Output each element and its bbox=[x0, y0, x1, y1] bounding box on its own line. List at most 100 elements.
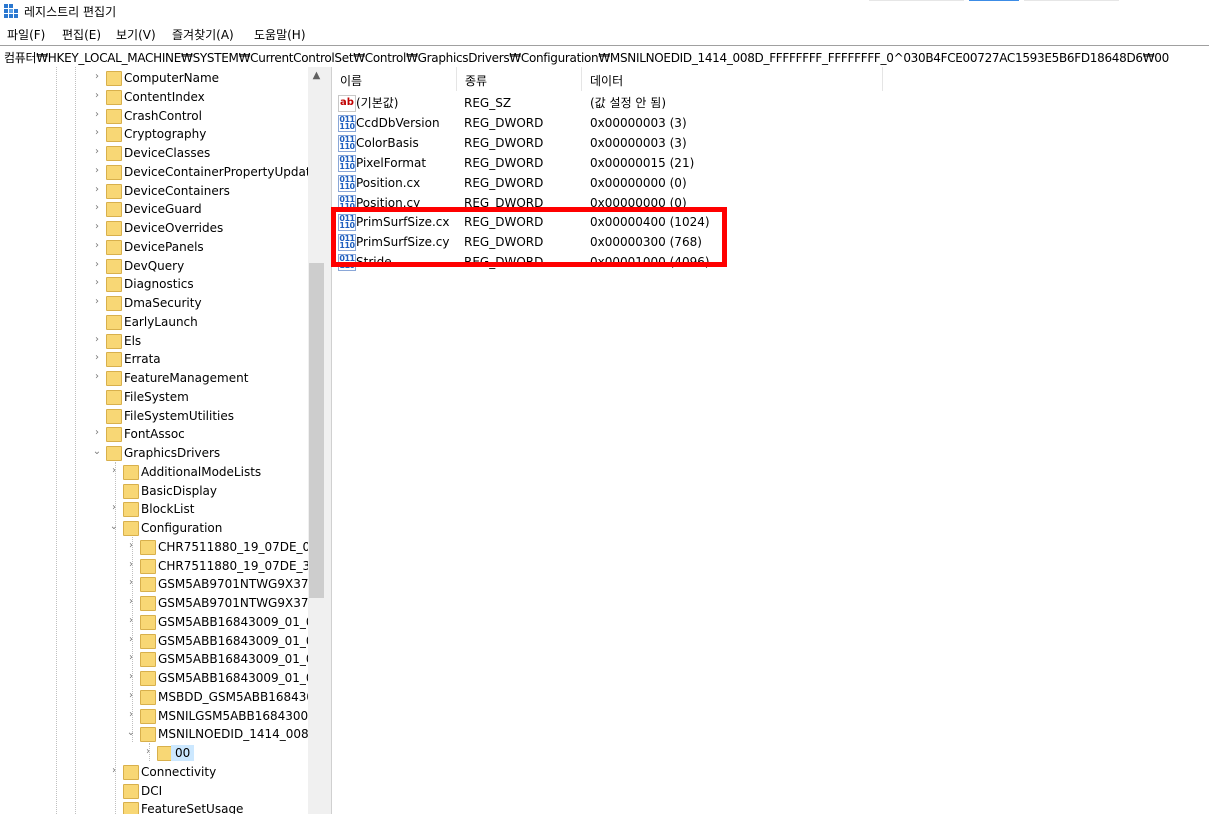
value-row[interactable]: 011 110 Position.cx REG_DWORD 0x00000000 (0… bbox=[332, 173, 1209, 193]
tree-node-label: BasicDisplay bbox=[141, 483, 218, 498]
chevron-right-icon[interactable]: › bbox=[126, 670, 136, 684]
menu-favorites[interactable]: 즐겨찾기(A) bbox=[172, 26, 234, 43]
chevron-right-icon[interactable]: › bbox=[92, 220, 102, 234]
window-controls[interactable] bbox=[869, 0, 1209, 2]
address-bar[interactable]: 컴퓨터₩HKEY_LOCAL_MACHINE₩SYSTEM₩CurrentCon… bbox=[0, 45, 1209, 68]
chevron-down-icon[interactable]: ⌄ bbox=[92, 445, 102, 459]
column-type[interactable]: 종류 bbox=[457, 67, 582, 91]
chevron-right-icon[interactable]: › bbox=[92, 89, 102, 103]
registry-key-tree[interactable]: › ComputerName › ContentIndex › CrashControl ›… bbox=[0, 67, 308, 814]
chevron-right-icon[interactable]: › bbox=[126, 633, 136, 647]
tree-node-label: DeviceClasses bbox=[124, 146, 211, 160]
value-name: (기본값) bbox=[356, 96, 399, 110]
chevron-right-icon[interactable]: › bbox=[92, 201, 102, 215]
value-row[interactable]: 011 110 PixelFormat REG_DWORD 0x00000015 (2… bbox=[332, 153, 1209, 173]
folder-icon bbox=[106, 164, 122, 180]
chevron-right-icon[interactable] bbox=[109, 483, 119, 497]
value-row[interactable]: 011 110 Position.cy REG_DWORD 0x00000000 (0… bbox=[332, 193, 1209, 213]
folder-icon bbox=[123, 502, 139, 518]
chevron-right-icon[interactable] bbox=[92, 389, 102, 403]
chevron-right-icon[interactable]: › bbox=[92, 70, 102, 84]
tree-node-label: FeatureSetUsage bbox=[141, 802, 244, 814]
chevron-right-icon[interactable]: › bbox=[92, 126, 102, 140]
folder-icon bbox=[140, 577, 156, 593]
tree-node-label: ComputerName bbox=[124, 71, 220, 85]
folder-icon bbox=[140, 614, 156, 630]
folder-icon bbox=[140, 708, 156, 724]
value-row[interactable]: ab (기본값) REG_SZ (값 설정 안 됨) bbox=[332, 93, 1209, 113]
chevron-right-icon[interactable]: › bbox=[126, 708, 136, 722]
chevron-right-icon[interactable]: › bbox=[92, 370, 102, 384]
tree-node-label: GSM5AB9701NTWG9X377 bbox=[158, 596, 308, 610]
tree-node-label: GSM5ABB16843009_01_0 bbox=[158, 652, 308, 667]
chevron-right-icon[interactable]: › bbox=[126, 651, 136, 665]
menu-view[interactable]: 보기(V) bbox=[116, 26, 156, 43]
scroll-thumb[interactable] bbox=[309, 263, 324, 598]
value-row[interactable]: 011 110 PrimSurfSize.cx REG_DWORD 0x0000040… bbox=[332, 212, 1209, 232]
tree-node-label: FileSystemUtilities bbox=[124, 408, 234, 423]
chevron-right-icon[interactable]: › bbox=[126, 576, 136, 590]
chevron-right-icon[interactable]: › bbox=[126, 558, 136, 572]
value-data: 0x00001000 (4096) bbox=[590, 255, 710, 270]
folder-icon bbox=[106, 408, 122, 424]
column-data[interactable]: 데이터 bbox=[582, 67, 883, 91]
chevron-right-icon[interactable]: › bbox=[109, 764, 119, 778]
chevron-right-icon[interactable]: › bbox=[92, 145, 102, 159]
folder-icon bbox=[106, 89, 122, 105]
registry-editor-icon bbox=[4, 4, 18, 18]
value-name: Position.cy bbox=[356, 195, 421, 210]
tree-node-label: DCI bbox=[141, 783, 163, 798]
value-row[interactable]: 011 110 PrimSurfSize.cy REG_DWORD 0x0000030… bbox=[332, 232, 1209, 252]
folder-icon bbox=[106, 71, 122, 86]
value-row[interactable]: 011 110 Stride REG_DWORD 0x00001000 (4096) bbox=[332, 252, 1209, 272]
menu-edit[interactable]: 편집(E) bbox=[62, 26, 101, 43]
chevron-right-icon[interactable]: › bbox=[126, 614, 136, 628]
chevron-right-icon[interactable]: › bbox=[126, 539, 136, 553]
tree-node-label: Errata bbox=[124, 352, 161, 367]
binary-value-icon: 011 110 bbox=[338, 114, 356, 132]
menu-file[interactable]: 파일(F) bbox=[7, 26, 45, 43]
chevron-right-icon[interactable] bbox=[109, 783, 119, 797]
folder-icon bbox=[123, 521, 139, 536]
chevron-right-icon[interactable]: › bbox=[92, 351, 102, 365]
chevron-right-icon[interactable]: › bbox=[126, 689, 136, 703]
tree-node-label: EarlyLaunch bbox=[124, 314, 198, 329]
chevron-right-icon[interactable]: › bbox=[109, 464, 119, 478]
chevron-right-icon[interactable] bbox=[109, 801, 119, 814]
binary-value-icon: 011 110 bbox=[338, 254, 356, 272]
chevron-right-icon[interactable]: › bbox=[92, 295, 102, 309]
scroll-up-icon[interactable]: ▲ bbox=[308, 67, 325, 84]
value-row[interactable]: 011 110 ColorBasis REG_DWORD 0x00000003 (3) bbox=[332, 133, 1209, 153]
chevron-right-icon[interactable]: › bbox=[92, 108, 102, 122]
chevron-down-icon[interactable]: ⌄ bbox=[126, 726, 136, 740]
tree-node-label: GSM5ABB16843009_01_0 bbox=[158, 633, 308, 648]
tree-node-label: Els bbox=[124, 333, 142, 348]
tree-node-label: DevQuery bbox=[124, 258, 185, 273]
tree-node-label: DeviceOverrides bbox=[124, 221, 224, 235]
chevron-right-icon[interactable]: › bbox=[92, 333, 102, 347]
chevron-right-icon[interactable] bbox=[92, 314, 102, 328]
chevron-right-icon[interactable]: › bbox=[109, 501, 119, 515]
folder-icon bbox=[140, 633, 156, 649]
pane-splitter[interactable] bbox=[325, 67, 332, 814]
value-data: 0x00000000 (0) bbox=[590, 195, 687, 210]
chevron-right-icon[interactable]: › bbox=[92, 426, 102, 440]
chevron-right-icon[interactable]: › bbox=[92, 239, 102, 253]
chevron-right-icon[interactable]: › bbox=[92, 183, 102, 197]
value-type: REG_DWORD bbox=[464, 135, 544, 150]
chevron-right-icon[interactable]: › bbox=[92, 164, 102, 178]
column-name[interactable]: 이름 bbox=[332, 67, 457, 91]
value-row[interactable]: 011 110 CcdDbVersion REG_DWORD 0x00000003 (… bbox=[332, 113, 1209, 133]
menu-help[interactable]: 도움말(H) bbox=[254, 26, 306, 43]
chevron-right-icon[interactable] bbox=[92, 408, 102, 422]
folder-icon bbox=[123, 464, 139, 480]
binary-value-icon: 011 110 bbox=[338, 174, 356, 192]
chevron-right-icon[interactable]: › bbox=[92, 258, 102, 272]
tree-node-label: AdditionalModeLists bbox=[141, 464, 262, 479]
tree-scrollbar[interactable]: ▲ bbox=[308, 67, 325, 814]
chevron-right-icon[interactable]: › bbox=[126, 595, 136, 609]
chevron-right-icon[interactable]: › bbox=[92, 276, 102, 290]
chevron-right-icon[interactable]: › bbox=[143, 745, 153, 759]
folder-icon bbox=[106, 389, 122, 405]
chevron-down-icon[interactable]: ⌄ bbox=[109, 520, 119, 534]
